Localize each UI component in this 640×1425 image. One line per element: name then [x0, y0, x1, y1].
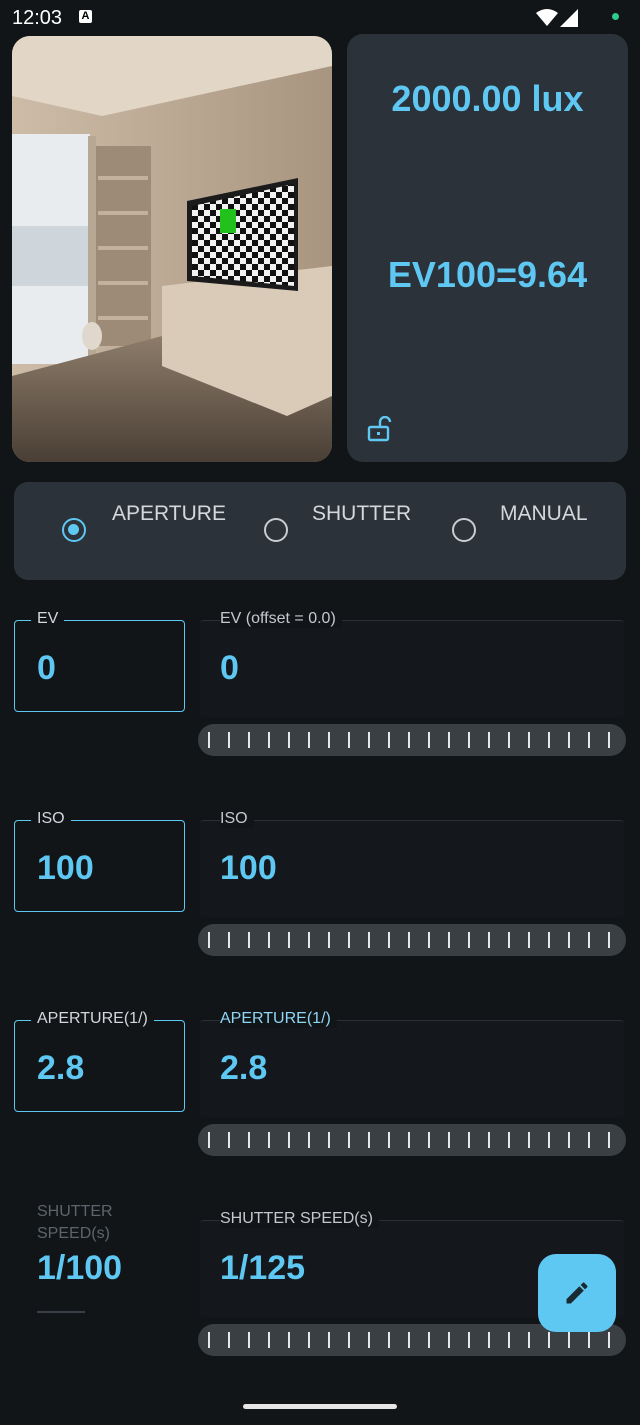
mode-aperture-label: APERTURE — [112, 502, 226, 525]
radio-shutter[interactable] — [264, 518, 288, 542]
status-time: 12:03 — [12, 7, 63, 29]
ev-input-field[interactable]: EV 0 — [14, 610, 185, 712]
shutter-panel-value: 1/125 — [220, 1249, 306, 1287]
mode-selector: APERTURE SHUTTER MANUAL — [14, 482, 626, 580]
shutter-field-value: 1/100 — [37, 1249, 123, 1287]
shutter-field-label: SHUTTER SPEED(s) — [37, 1203, 113, 1242]
iso-field-label: ISO — [31, 810, 71, 828]
cell-signal-icon — [560, 9, 578, 27]
shutter-panel-label: SHUTTER SPEED(s) — [220, 1210, 379, 1228]
light-readout-card: 2000.00 lux EV100=9.64 — [347, 34, 628, 462]
edit-fab-button[interactable] — [538, 1254, 616, 1332]
radio-manual[interactable] — [452, 518, 476, 542]
ev-field-value: 0 — [37, 649, 56, 687]
pencil-icon — [566, 1282, 588, 1304]
iso-panel-label: ISO — [220, 810, 254, 828]
aperture-display-panel: APERTURE(1/) 2.8 — [200, 1010, 624, 1117]
iso-slider[interactable] — [198, 924, 626, 956]
ev100-value: EV100=9.64 — [387, 254, 588, 295]
shutter-field-underline — [37, 1311, 85, 1313]
mode-shutter-label: SHUTTER — [312, 502, 412, 525]
camera-preview-image — [12, 36, 332, 462]
iso-input-field[interactable]: ISO 100 — [14, 810, 185, 912]
ev-field-label: EV — [31, 610, 65, 628]
shutter-input-field[interactable]: SHUTTER SPEED(s) 1/100 — [14, 1198, 185, 1313]
gesture-nav-bar[interactable] — [243, 1404, 397, 1409]
aperture-field-label: APERTURE(1/) — [31, 1010, 154, 1028]
aperture-input-field[interactable]: APERTURE(1/) 2.8 — [14, 1010, 185, 1112]
ev-display-panel: EV (offset = 0.0) 0 — [200, 610, 624, 717]
shutter-slider-ticks — [208, 1332, 616, 1348]
camera-preview[interactable] — [12, 36, 332, 462]
lux-value: 2000.00 lux — [391, 78, 584, 119]
ev-panel-label: EV (offset = 0.0) — [220, 610, 342, 628]
status-bar: 12:03 A — [0, 0, 640, 36]
aperture-panel-label: APERTURE(1/) — [220, 1010, 337, 1028]
privacy-dot-icon — [612, 13, 619, 20]
wifi-icon — [536, 9, 558, 26]
aperture-panel-value: 2.8 — [220, 1049, 268, 1087]
radio-aperture[interactable] — [62, 518, 86, 542]
iso-panel-value: 100 — [220, 849, 277, 887]
aperture-slider[interactable] — [198, 1124, 626, 1156]
aperture-field-value: 2.8 — [37, 1049, 85, 1087]
notification-a-icon: A — [79, 10, 92, 23]
ev-slider[interactable] — [198, 724, 626, 756]
aperture-slider-ticks — [208, 1132, 616, 1148]
ev-panel-value: 0 — [220, 649, 239, 687]
iso-field-value: 100 — [37, 849, 94, 887]
iso-slider-ticks — [208, 932, 616, 948]
mode-manual-label: MANUAL — [500, 502, 588, 525]
unlock-icon[interactable] — [367, 416, 393, 442]
ev-slider-ticks — [208, 732, 616, 748]
iso-display-panel: ISO 100 — [200, 810, 624, 917]
